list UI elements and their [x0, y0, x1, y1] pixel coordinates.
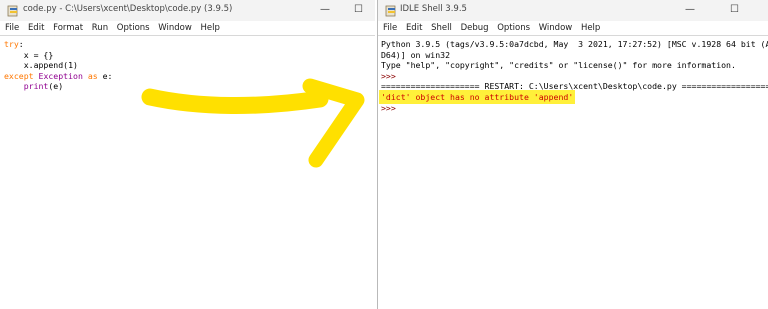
- menu-file[interactable]: File: [383, 21, 397, 35]
- code-line: x = {}: [4, 49, 54, 60]
- shell-menubar: File Edit Shell Debug Options Window Hel…: [378, 21, 768, 36]
- menu-options[interactable]: Options: [497, 21, 530, 35]
- menu-run[interactable]: Run: [92, 21, 108, 35]
- shell-banner-line: Type "help", "copyright", "credits" or "…: [381, 60, 736, 71]
- editor-menubar: File Edit Format Run Options Window Help: [0, 21, 375, 36]
- menu-window[interactable]: Window: [158, 21, 192, 35]
- code-text-run: :: [18, 39, 24, 49]
- editor-title: code.py - C:\Users\xcent\Desktop\code.py…: [23, 4, 233, 14]
- menu-shell[interactable]: Shell: [431, 21, 452, 35]
- menu-window[interactable]: Window: [539, 21, 573, 35]
- menu-debug[interactable]: Debug: [461, 21, 489, 35]
- idle-app-icon: [7, 5, 18, 17]
- shell-banner-line: D64)] on win32: [381, 49, 451, 60]
- shell-titlebar[interactable]: IDLE Shell 3.9.5 — ☐: [378, 0, 768, 21]
- code-keyword: as: [87, 70, 98, 81]
- shell-prompt: >>>: [381, 102, 396, 113]
- shell-output[interactable]: Python 3.9.5 (tags/v3.9.5:0a7dcbd, May 3…: [378, 37, 768, 309]
- menu-file[interactable]: File: [5, 21, 19, 35]
- code-keyword: except: [4, 70, 34, 81]
- menu-help[interactable]: Help: [581, 21, 600, 35]
- menu-edit[interactable]: Edit: [406, 21, 422, 35]
- menu-edit[interactable]: Edit: [28, 21, 44, 35]
- shell-window: IDLE Shell 3.9.5 — ☐ File Edit Shell Deb…: [377, 0, 768, 309]
- maximize-button[interactable]: ☐: [354, 3, 363, 17]
- code-builtin: Exception: [38, 70, 83, 81]
- minimize-button[interactable]: —: [320, 3, 330, 17]
- menu-format[interactable]: Format: [53, 21, 83, 35]
- idle-app-icon: [385, 5, 396, 17]
- shell-text: Python 3.9.5 (tags/v3.9.5:0a7dcbd, May 3…: [381, 39, 768, 113]
- shell-prompt: >>>: [381, 70, 396, 81]
- editor-window: code.py - C:\Users\xcent\Desktop\code.py…: [0, 0, 375, 309]
- menu-options[interactable]: Options: [117, 21, 150, 35]
- maximize-button[interactable]: ☐: [730, 3, 739, 17]
- error-output: 'dict' object has no attribute 'append': [381, 91, 574, 102]
- code-builtin: print: [23, 81, 49, 92]
- code-editor[interactable]: try: x = {} x.append(1) except Exception…: [0, 37, 375, 309]
- shell-title: IDLE Shell 3.9.5: [400, 4, 467, 14]
- minimize-button[interactable]: —: [685, 3, 695, 17]
- code-keyword: try: [4, 39, 19, 49]
- code-text: try: x = {} x.append(1) except Exception…: [4, 39, 112, 92]
- restart-line: ==================== RESTART: C:\Users\x…: [381, 81, 768, 92]
- shell-banner-line: Python 3.9.5 (tags/v3.9.5:0a7dcbd, May 3…: [381, 39, 768, 49]
- code-text-run: e:: [97, 70, 113, 81]
- code-line: x.append(1): [4, 60, 78, 71]
- menu-help[interactable]: Help: [201, 21, 220, 35]
- editor-titlebar[interactable]: code.py - C:\Users\xcent\Desktop\code.py…: [0, 0, 375, 21]
- code-text-run: (e): [48, 81, 64, 92]
